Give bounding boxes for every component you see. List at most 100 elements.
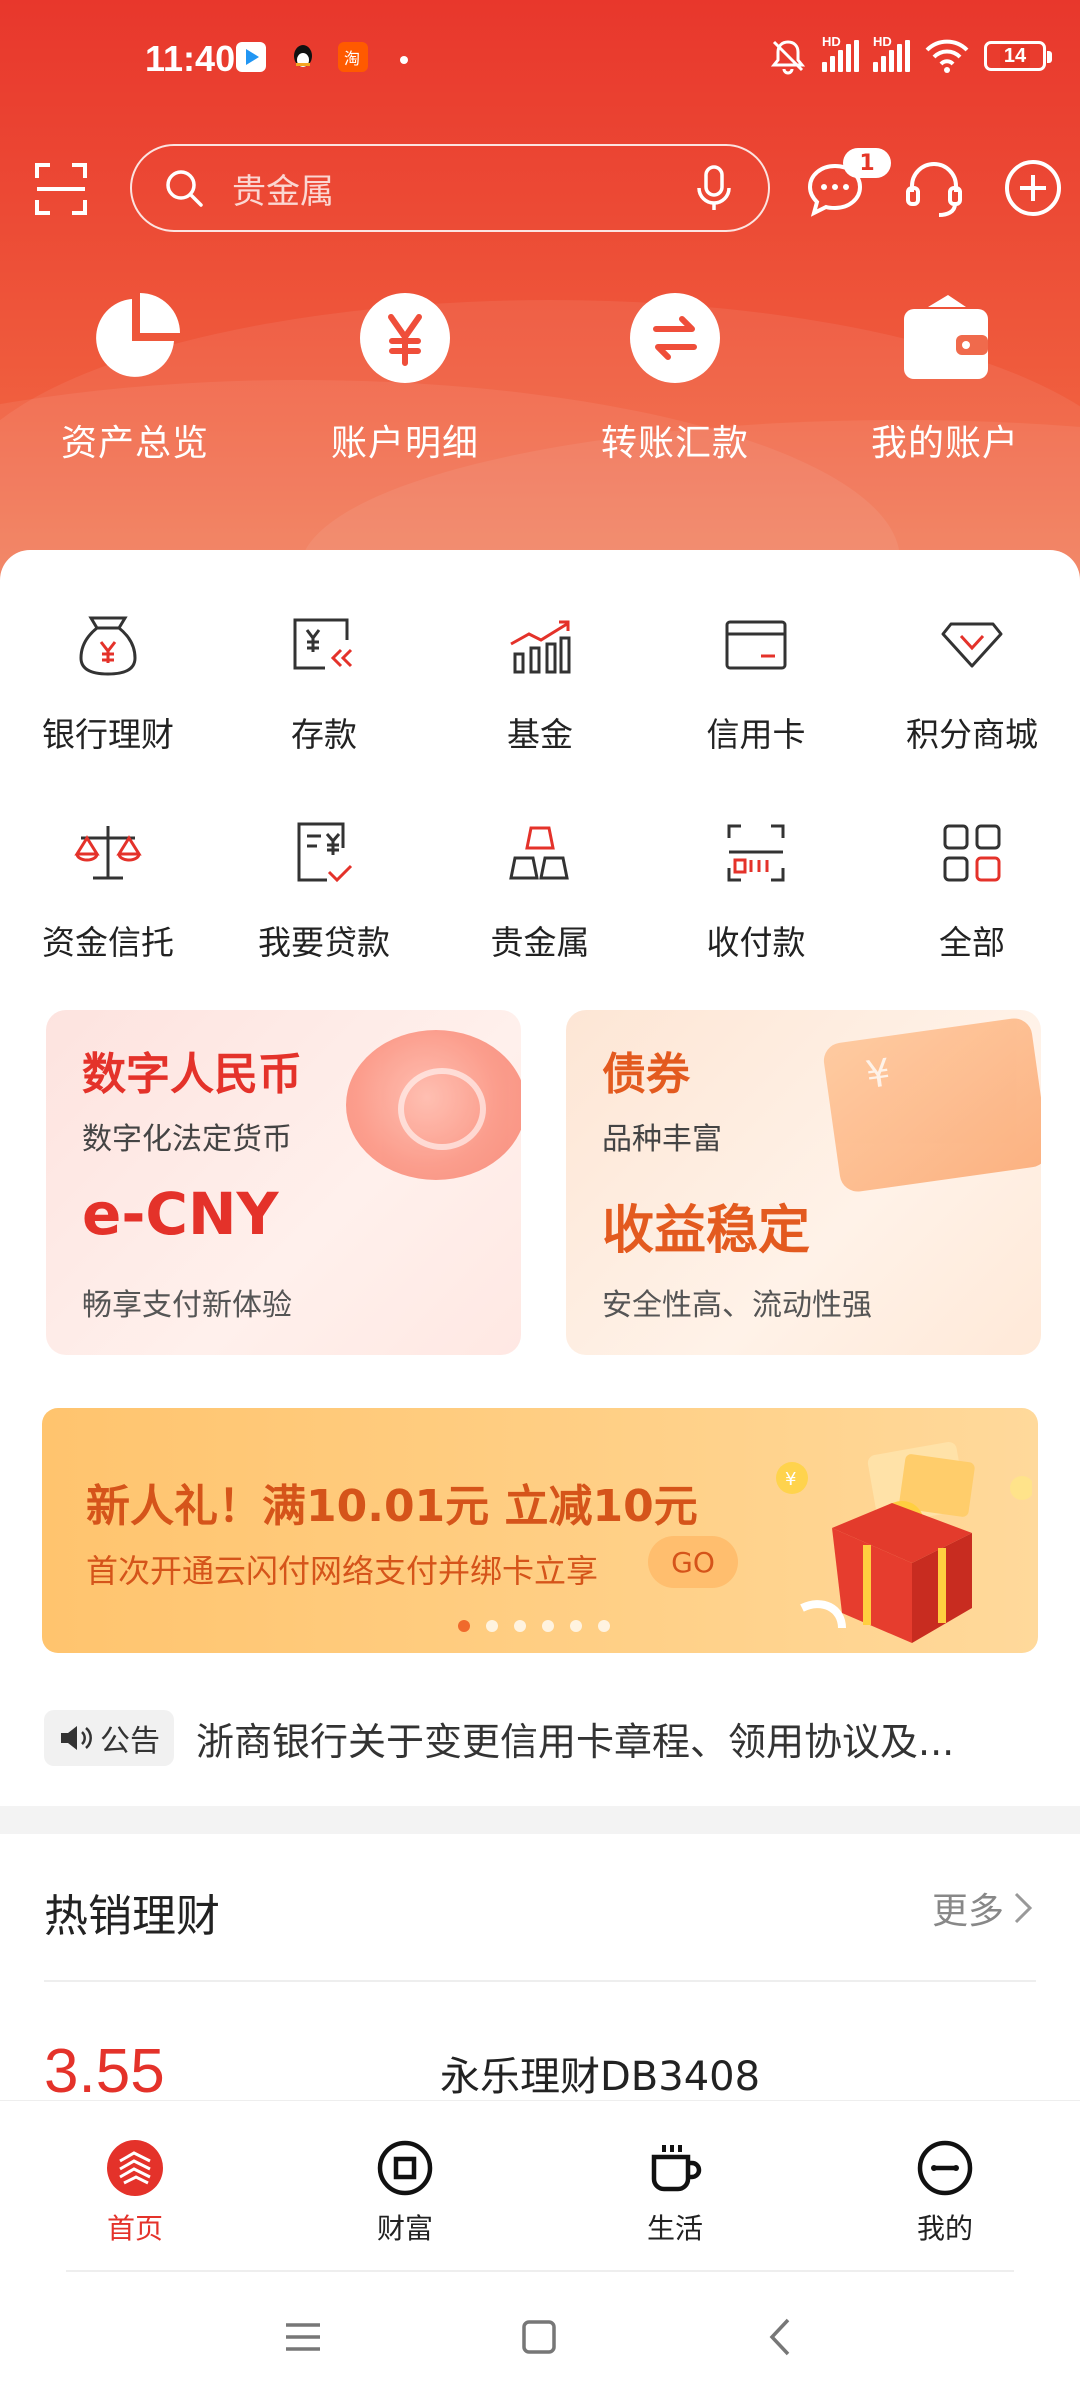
card-footer: 安全性高、流动性强 (602, 1288, 872, 1323)
card-footer: 畅享支付新体验 (82, 1288, 292, 1323)
quick-asset-overview[interactable]: 资产总览 (0, 290, 270, 466)
tab-mine[interactable]: 我的 (810, 2101, 1080, 2270)
service-deposit[interactable]: 存款 (216, 610, 432, 818)
play-store-icon (236, 42, 266, 72)
quick-label: 账户明细 (330, 423, 479, 464)
tab-label: 财富 (376, 2212, 433, 2245)
pie-chart-icon (96, 293, 180, 377)
card-subtitle: 品种丰富 (602, 1122, 722, 1157)
status-dot (400, 56, 408, 64)
announcement-tag: 公告 (44, 1710, 174, 1766)
quick-transfer[interactable]: 转账汇款 (540, 290, 810, 466)
product-rate[interactable]: 3.55 (44, 2036, 165, 2107)
wallet-icon (904, 295, 988, 379)
card-highlight: e-CNY (82, 1180, 279, 1248)
status-bar: 11:40 淘 HD HD 14 (0, 0, 1080, 120)
menu-icon[interactable] (278, 2312, 328, 2362)
quick-account-detail[interactable]: 账户明细 (270, 290, 540, 466)
search-icon (166, 170, 203, 207)
gift-box-icon: ¥ (776, 1441, 1032, 1643)
carousel-dot (514, 1620, 526, 1632)
card-illustration (821, 1016, 1041, 1194)
service-points-mall[interactable]: 积分商城 (864, 610, 1080, 818)
scan-icon[interactable] (34, 162, 88, 216)
promo-subtitle: 首次开通云闪付网络支付并绑卡立享 (86, 1552, 599, 1590)
gold-bars-icon (509, 826, 569, 880)
add-icon[interactable] (1003, 158, 1063, 218)
service-precious-metals[interactable]: 贵金属 (432, 818, 648, 1026)
bottom-tab-bar: 首页 财富 生活 我的 (0, 2100, 1080, 2270)
quick-my-account[interactable]: 我的账户 (810, 290, 1080, 466)
home-logo-icon (107, 2140, 163, 2196)
service-label: 银行理财 (42, 715, 174, 754)
service-fund[interactable]: 基金 (432, 610, 648, 818)
bond-card[interactable]: 债券 品种丰富 收益稳定 安全性高、流动性强 (566, 1010, 1041, 1355)
status-time: 11:40 (145, 38, 236, 79)
carousel-dot (486, 1620, 498, 1632)
taobao-icon: 淘 (338, 42, 368, 72)
top-bar: 贵金属 1 (0, 140, 1080, 236)
customer-service-icon[interactable] (904, 158, 964, 220)
search-bar[interactable]: 贵金属 (130, 144, 770, 232)
mute-icon (770, 40, 806, 75)
coffee-cup-icon (651, 2145, 702, 2192)
battery-icon: 14 (984, 41, 1052, 71)
svg-text:¥: ¥ (785, 1469, 796, 1490)
service-payment[interactable]: 收付款 (648, 818, 864, 1026)
system-nav-bar (0, 2272, 1080, 2400)
announcement-text: 浙商银行关于变更信用卡章程、领用协议及... (196, 1719, 955, 1764)
service-label: 贵金属 (490, 923, 590, 962)
tab-wealth[interactable]: 财富 (270, 2101, 540, 2270)
tab-home[interactable]: 首页 (0, 2101, 270, 2270)
deposit-icon (293, 618, 353, 670)
service-label: 收付款 (706, 923, 806, 962)
fund-chart-icon (510, 620, 571, 674)
diamond-icon (941, 622, 1003, 668)
credit-card-icon (725, 620, 787, 670)
scan-pay-icon (727, 824, 785, 882)
home-button-icon[interactable] (514, 2312, 564, 2362)
microphone-icon[interactable] (694, 164, 734, 212)
service-label: 资金信托 (42, 923, 174, 962)
carousel-dot (458, 1620, 470, 1632)
chevron-right-icon (1014, 1892, 1033, 1924)
scale-icon (74, 826, 142, 880)
digital-rmb-card[interactable]: 数字人民币 数字化法定货币 e-CNY 畅享支付新体验 (46, 1010, 521, 1355)
speaker-icon (61, 1726, 92, 1750)
tab-label: 生活 (646, 2212, 703, 2245)
service-all[interactable]: 全部 (864, 818, 1080, 1026)
service-wealth-management[interactable]: 银行理财 (0, 610, 216, 818)
service-label: 存款 (291, 715, 357, 754)
service-trust[interactable]: 资金信托 (0, 818, 216, 1026)
product-name[interactable]: 永乐理财DB3408 (440, 2044, 760, 2102)
main-sheet: 银行理财 存款 基金 信用卡 积分商城 资金信托 我要贷款 贵金属 收付款 全部… (0, 550, 1080, 1800)
loan-icon (297, 822, 353, 883)
carousel-dot (598, 1620, 610, 1632)
announcement-tag-label: 公告 (100, 1724, 160, 1759)
service-label: 全部 (939, 923, 1005, 962)
promo-go-button[interactable]: GO (648, 1536, 738, 1588)
card-subtitle: 数字化法定货币 (82, 1122, 292, 1157)
card-title: 债券 (602, 1049, 690, 1100)
promo-banner[interactable]: 新人礼！满10.01元 立减10元 首次开通云闪付网络支付并绑卡立享 GO ¥ (42, 1408, 1038, 1653)
profile-icon (917, 2140, 973, 2196)
more-label: 更多 (931, 1891, 1004, 1932)
tab-life[interactable]: 生活 (540, 2101, 810, 2270)
back-icon[interactable] (756, 2312, 806, 2362)
quick-label: 我的账户 (870, 423, 1019, 464)
carousel-dot (542, 1620, 554, 1632)
qq-icon (288, 42, 318, 72)
signal-icon-1: HD (822, 34, 859, 72)
service-loan[interactable]: 我要贷款 (216, 818, 432, 1026)
service-credit-card[interactable]: 信用卡 (648, 610, 864, 818)
search-placeholder: 贵金属 (232, 171, 334, 212)
hot-products-title: 热销理财 (44, 1891, 220, 1942)
tab-label: 我的 (916, 2212, 973, 2245)
carousel-dot (570, 1620, 582, 1632)
announcement-bar[interactable]: 公告 浙商银行关于变更信用卡章程、领用协议及... (44, 1708, 1044, 1768)
battery-level: 14 (999, 44, 1031, 68)
carousel-indicator (458, 1620, 610, 1632)
money-bag-icon (79, 616, 137, 676)
more-link[interactable]: 更多 (932, 1882, 1036, 1934)
service-label: 积分商城 (906, 715, 1038, 754)
